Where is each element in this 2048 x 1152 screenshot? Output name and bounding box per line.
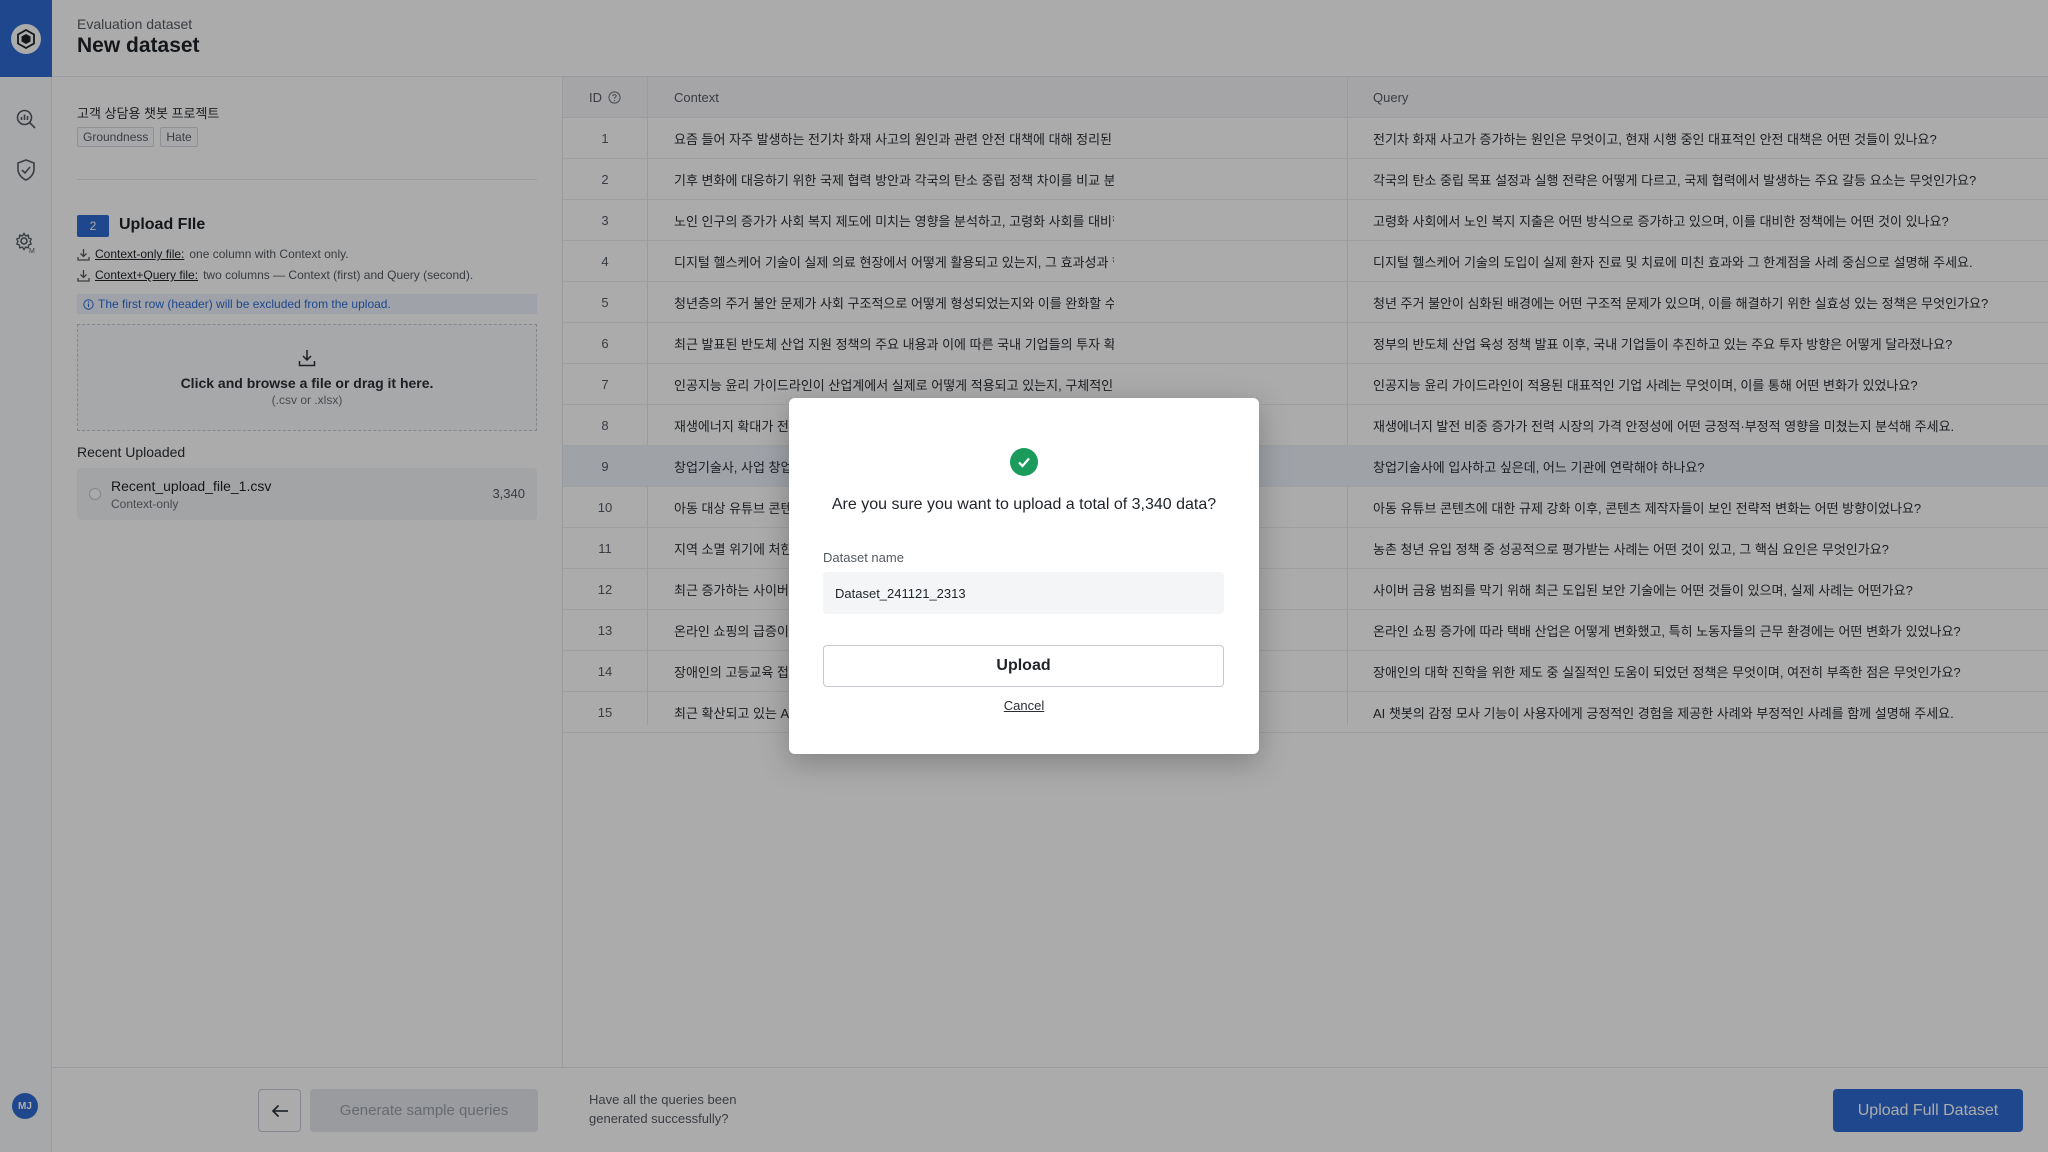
upload-confirm-dialog: Are you sure you want to upload a total … bbox=[789, 398, 1259, 754]
dataset-name-input[interactable] bbox=[823, 572, 1224, 614]
dataset-name-label: Dataset name bbox=[823, 550, 904, 565]
confirm-question: Are you sure you want to upload a total … bbox=[831, 496, 1217, 513]
cancel-link[interactable]: Cancel bbox=[789, 698, 1259, 713]
check-circle-icon bbox=[1010, 448, 1038, 476]
upload-button[interactable]: Upload bbox=[823, 645, 1224, 687]
